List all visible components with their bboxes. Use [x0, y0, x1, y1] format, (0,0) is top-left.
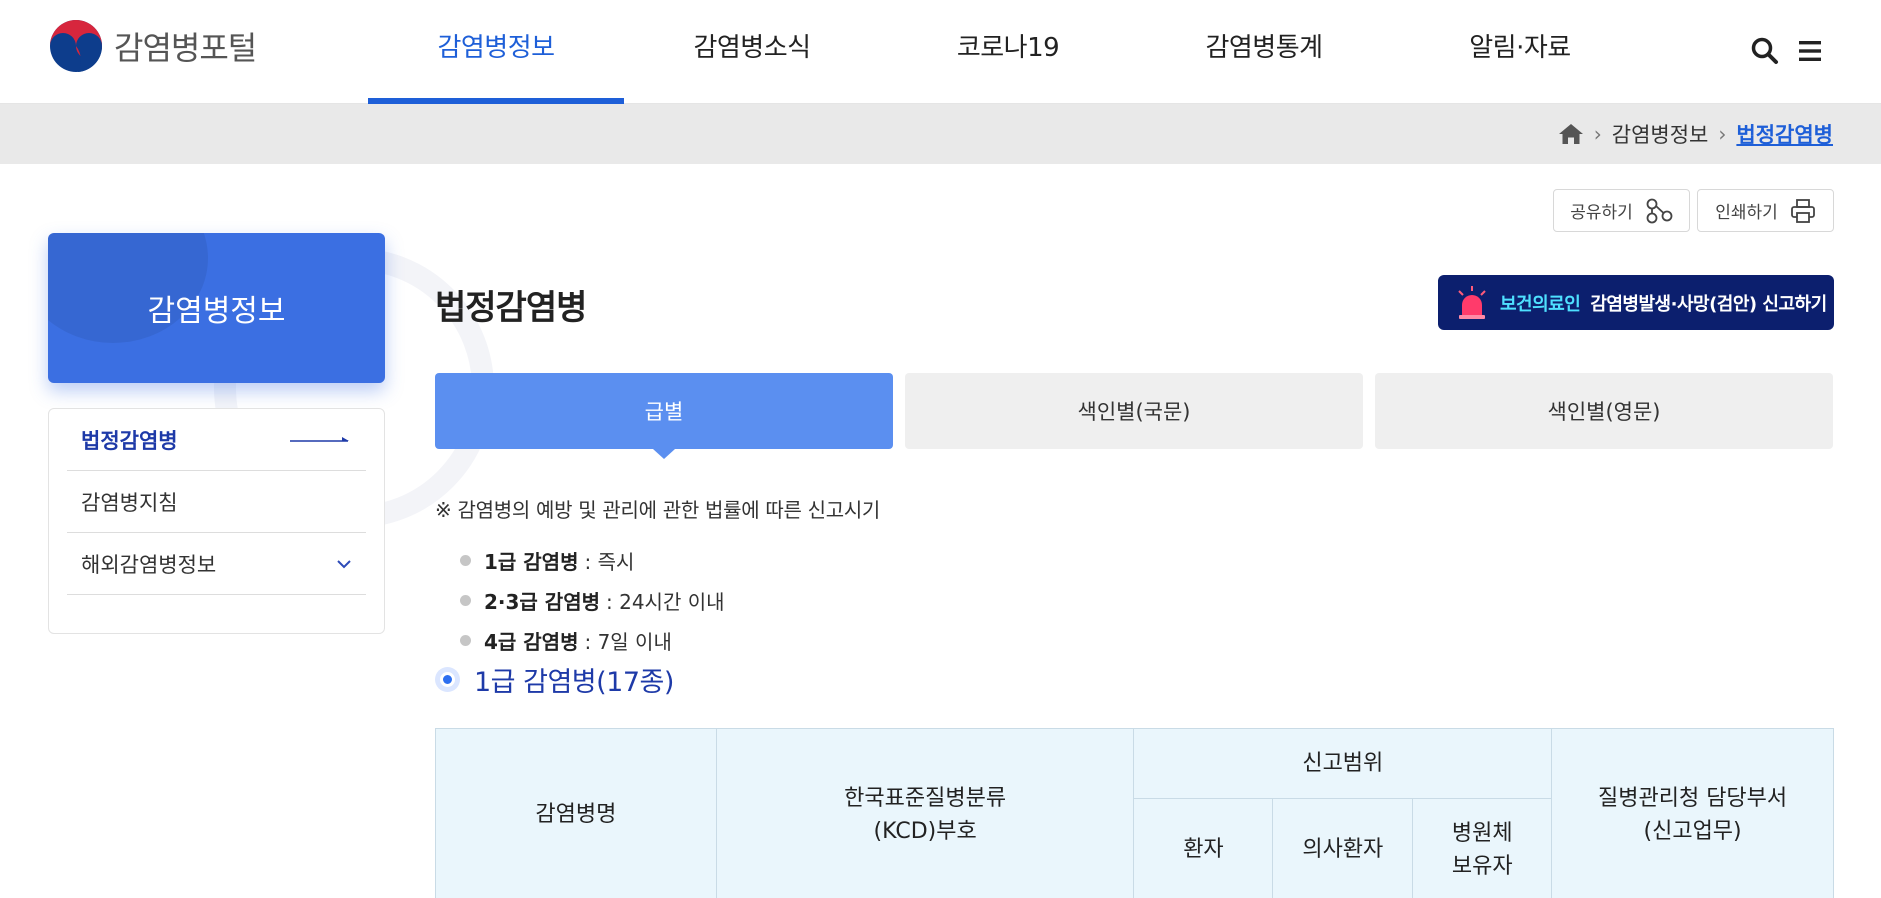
tab-index-korean[interactable]: 색인별(국문): [905, 373, 1363, 449]
table-header-department-line1: 질병관리청 담당부서: [1598, 785, 1788, 811]
report-button-highlight: 보건의료인: [1500, 293, 1581, 315]
table-header-disease-name: 감염병명: [435, 728, 717, 898]
page-title: 법정감염병: [435, 288, 587, 328]
chevron-right-icon: ›: [1718, 122, 1727, 146]
nav-item-notices[interactable]: 알림·자료: [1392, 0, 1648, 104]
table-header-department-line2: (신고업무): [1643, 818, 1742, 844]
siren-icon: [1458, 285, 1486, 319]
nav-item-disease-info[interactable]: 감염병정보: [368, 0, 624, 104]
chevron-right-icon: ›: [1593, 122, 1602, 146]
table-header-pathogen-carrier: 병원체 보유자: [1412, 798, 1553, 898]
breadcrumb: › 감염병정보 › 법정감염병: [1558, 104, 1833, 164]
bullet-desc: : 24시간 이내: [606, 589, 725, 614]
tab-index-english[interactable]: 색인별(영문): [1375, 373, 1833, 449]
share-icon: [1646, 198, 1673, 223]
bullet-term: 2·3급 감염병: [484, 589, 600, 614]
arrow-right-icon: [290, 436, 349, 442]
section-heading: 1급 감염병(17종): [435, 660, 674, 699]
bullet-desc: : 7일 이내: [584, 629, 672, 654]
sidebar-item-overseas-info[interactable]: 해외감염병정보: [67, 533, 366, 595]
bullet-dot-icon: [460, 634, 471, 646]
bullet-dot-icon: [460, 554, 471, 566]
report-button-label: 감염병발생·사망(검안) 신고하기: [1590, 293, 1827, 315]
sidebar-item-legal-diseases[interactable]: 법정감염병: [67, 409, 366, 471]
tab-bar: 급별 색인별(국문) 색인별(영문): [435, 373, 1833, 459]
sidebar-title: 감염병정보: [48, 233, 385, 383]
disease-table: 감염병명 한국표준질병분류 (KCD)부호 신고범위 질병관리청 담당부서 (신…: [435, 728, 1834, 898]
table-header-report-scope: 신고범위: [1133, 728, 1553, 799]
list-item: 4급 감염병 : 7일 이내: [460, 620, 725, 660]
sidebar-menu: 법정감염병 감염병지침 해외감염병정보: [48, 408, 385, 634]
breadcrumb-bar: › 감염병정보 › 법정감염병: [0, 104, 1881, 164]
bullet-desc: : 즉시: [584, 549, 635, 574]
taegeuk-logo-icon: [50, 20, 103, 72]
print-button[interactable]: 인쇄하기: [1697, 189, 1834, 232]
sidebar-item-label: 법정감염병: [81, 428, 178, 453]
list-item: 2·3급 감염병 : 24시간 이내: [460, 580, 725, 620]
chevron-down-icon[interactable]: [336, 559, 352, 569]
nav-item-disease-stats[interactable]: 감염병통계: [1136, 0, 1392, 104]
menu-icon[interactable]: [1796, 36, 1826, 66]
breadcrumb-item-disease-info[interactable]: 감염병정보: [1612, 119, 1709, 149]
table-header-suspected-patient: 의사환자: [1272, 798, 1414, 898]
search-icon[interactable]: [1750, 36, 1780, 66]
table-header-kcd: 한국표준질병분류 (KCD)부호: [715, 728, 1135, 898]
nav-item-disease-news[interactable]: 감염병소식: [624, 0, 880, 104]
print-label: 인쇄하기: [1715, 203, 1778, 223]
site-logo[interactable]: 감염병포털: [48, 18, 257, 74]
sidebar-item-guidelines[interactable]: 감염병지침: [67, 471, 366, 533]
share-label: 공유하기: [1570, 203, 1633, 223]
list-item: 1급 감염병 : 즉시: [460, 540, 725, 580]
reporting-timeline-list: 1급 감염병 : 즉시 2·3급 감염병 : 24시간 이내 4급 감염병 : …: [460, 540, 725, 660]
main-nav: 감염병정보 감염병소식 코로나19 감염병통계 알림·자료: [368, 0, 1648, 104]
tab-by-grade[interactable]: 급별: [435, 373, 893, 459]
table-header-kcd-line2: (KCD)부호: [873, 818, 977, 844]
table-header-carrier-line2: 보유자: [1451, 853, 1513, 879]
section-heading-text: 1급 감염병(17종): [474, 667, 674, 698]
site-header: 감염병포털 감염병정보 감염병소식 코로나19 감염병통계 알림·자료: [0, 0, 1881, 104]
breadcrumb-item-current[interactable]: 법정감염병: [1736, 119, 1833, 149]
report-disease-button[interactable]: 보건의료인 감염병발생·사망(검안) 신고하기: [1438, 275, 1834, 330]
bullet-term: 1급 감염병: [484, 549, 579, 574]
radio-bullet-icon: [435, 667, 460, 692]
print-icon: [1790, 198, 1815, 223]
logo-text: 감염병포털: [114, 29, 257, 67]
bullet-dot-icon: [460, 594, 471, 606]
reporting-notice: ※ 감염병의 예방 및 관리에 관한 법률에 따른 신고시기: [435, 498, 881, 522]
table-header-kcd-line1: 한국표준질병분류: [844, 785, 1007, 811]
sidebar-item-label: 해외감염병정보: [81, 552, 217, 577]
table-header-carrier-line1: 병원체: [1451, 820, 1513, 846]
table-header-department: 질병관리청 담당부서 (신고업무): [1551, 728, 1834, 898]
bullet-term: 4급 감염병: [484, 629, 579, 654]
sidebar-title-text: 감염병정보: [147, 294, 286, 329]
sidebar-item-label: 감염병지침: [81, 490, 178, 515]
share-button[interactable]: 공유하기: [1553, 189, 1690, 232]
home-icon[interactable]: [1558, 123, 1584, 145]
table-header-patient: 환자: [1133, 798, 1274, 898]
nav-item-covid19[interactable]: 코로나19: [880, 0, 1136, 104]
